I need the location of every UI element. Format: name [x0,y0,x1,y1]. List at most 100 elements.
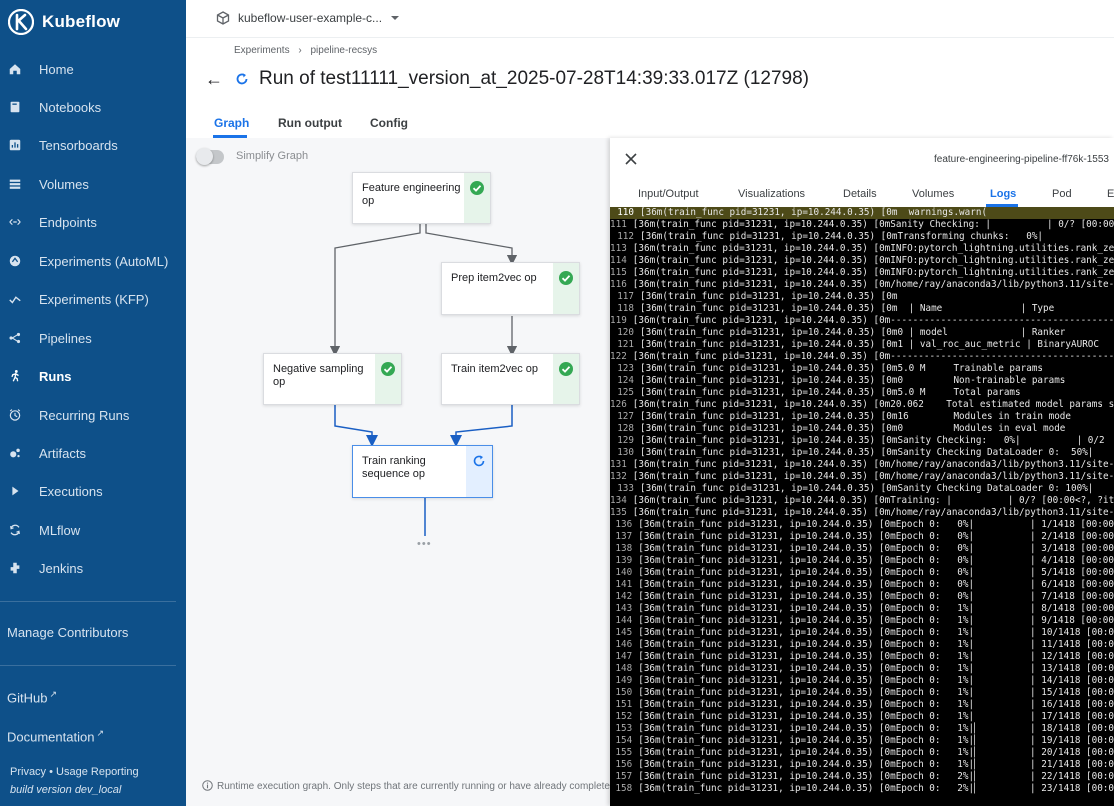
node-details-panel: feature-engineering-pipeline-ff76k-1553 … [610,138,1114,806]
breadcrumb-pipeline[interactable]: pipeline-recsys [310,45,377,56]
log-line-prefix: [36m(train_func pid=31231, ip=10.244.0.3… [640,375,898,386]
tab-pod[interactable]: Pod [1052,188,1072,200]
sidebar-item-label: Jenkins [39,560,84,576]
graph-footer-note: Runtime execution graph. Only steps that… [202,780,610,792]
log-line: 141 [36m(train_func pid=31231, ip=10.244.… [610,579,1114,591]
kubeflow-logo-icon [8,9,34,35]
log-line-text: /home/ray/anaconda3/lib/python3.11/site-… [890,459,1114,470]
log-line-text: Sanity Checking: | | 0/? [00:00<?, ?it/s… [890,219,1114,230]
back-arrow-icon[interactable]: ← [205,69,225,90]
log-line-prefix: [36m(train_func pid=31231, ip=10.244.0.3… [632,267,891,278]
documentation-link[interactable]: Documentation ↗ [7,728,104,744]
sidebar-item-jenkins[interactable]: Jenkins [0,551,186,585]
sidebar-item-mlflow[interactable]: MLflow [0,513,186,547]
sidebar-item-label: Recurring Runs [39,407,130,423]
close-icon[interactable] [624,152,638,166]
running-status-icon [236,73,248,85]
log-line-text: Epoch 0: 1%|▏ | 19/1418 [00:0 [895,735,1114,746]
log-line-prefix: [36m(train_func pid=31231, ip=10.244.0.3… [638,531,896,542]
sidebar-item-runs[interactable]: Runs [0,359,186,393]
log-line-text: Sanity Checking: 0%| | 0/2 [897,435,1105,446]
tab-logs[interactable]: Logs [990,188,1016,200]
log-line-text: Epoch 0: 2%|▏ | 23/1418 [00:0 [895,783,1114,794]
node-feature-engineering[interactable]: Feature engineering op [352,172,491,224]
tab-run-output[interactable]: Run output [278,116,342,130]
success-check-icon [381,362,395,376]
log-line-number: 147 [615,651,633,662]
log-line-prefix: [36m(train_func pid=31231, ip=10.244.0.3… [638,711,896,722]
log-line-text: /home/ray/anaconda3/lib/python3.11/site-… [890,471,1114,482]
edge-negative-to-ranking [334,405,378,447]
log-line-text: Epoch 0: 0%| | 1/1418 [00:00 [895,519,1114,530]
log-line-number: 123 [617,363,634,374]
log-line-number: 139 [615,555,633,566]
sidebar-item-experiments-kfp[interactable]: Experiments (KFP) [0,282,186,316]
sidebar-divider [0,665,176,666]
sidebar-item-label: Volumes [39,176,89,192]
log-line-number: 130 [617,447,634,458]
sidebar-item-label: Home [39,61,74,77]
more-steps-indicator: ••• [417,538,432,550]
privacy-link[interactable]: Privacy [10,766,46,778]
log-viewer[interactable]: 110 [36m(train_func pid=31231, ip=10.244.… [610,207,1114,806]
node-prep-item2vec[interactable]: Prep item2vec op [441,262,580,315]
sidebar-item-endpoints[interactable]: Endpoints [0,205,186,239]
log-line: 119 [36m(train_func pid=31231, ip=10.244.… [610,315,1114,327]
log-line: 118 [36m(train_func pid=31231, ip=10.244.… [610,303,1114,315]
log-line-number: 138 [615,543,633,554]
log-line-prefix: [36m(train_func pid=31231, ip=10.244.0.3… [640,303,898,314]
tab-graph[interactable]: Graph [214,116,249,130]
manage-contributors-link[interactable]: Manage Contributors [7,625,128,640]
sidebar-item-notebooks[interactable]: Notebooks [0,90,186,124]
usage-reporting-link[interactable]: Usage Reporting [56,766,139,778]
sidebar-item-pipelines[interactable]: Pipelines [0,321,186,355]
sidebar-item-recurring-runs[interactable]: Recurring Runs [0,398,186,432]
log-line: 115 [36m(train_func pid=31231, ip=10.244.… [610,267,1114,279]
log-line-text: INFO:pytorch_lightning.utilities.rank_ze… [890,255,1114,266]
log-line-number: 121 [617,339,634,350]
sidebar-item-tensorboards[interactable]: Tensorboards [0,128,186,162]
namespace-selector[interactable]: kubeflow-user-example-c... [216,11,400,25]
sidebar-item-artifacts[interactable]: Artifacts [0,436,186,470]
log-line-text: Epoch 0: 1%| | 11/1418 [00:0 [895,639,1114,650]
github-label: GitHub [7,690,48,706]
node-train-item2vec[interactable]: Train item2vec op [441,353,580,405]
sidebar-item-home[interactable]: Home [0,52,186,86]
tab-input-output[interactable]: Input/Output [638,188,699,200]
github-link[interactable]: GitHub ↗ [7,689,57,705]
edge-feature-to-negative [329,223,421,357]
log-line-text: Epoch 0: 1%| | 15/1418 [00:0 [895,687,1114,698]
node-negative-sampling[interactable]: Negative sampling op [263,353,402,405]
log-line-prefix: [36m(train_func pid=31231, ip=10.244.0.3… [632,507,891,518]
sidebar-item-experiments-automl[interactable]: Experiments (AutoML) [0,244,186,278]
log-line-prefix: [36m(train_func pid=31231, ip=10.244.0.3… [638,735,896,746]
log-line-prefix: [36m(train_func pid=31231, ip=10.244.0.3… [632,351,891,362]
tab-volumes[interactable]: Volumes [912,188,954,200]
node-train-ranking-sequence[interactable]: Train ranking sequence op [352,445,493,498]
log-line: 130 [36m(train_func pid=31231, ip=10.244.… [610,447,1114,459]
tab-details[interactable]: Details [843,188,877,200]
sidebar-item-volumes[interactable]: Volumes [0,167,186,201]
log-line-prefix: [36m(train_func pid=31231, ip=10.244.0.3… [640,291,898,302]
log-line-text: ----------------------------------------… [890,315,1114,326]
title-row: ← Run of test11111_version_at_2025-07-28… [205,68,809,90]
tab-config[interactable]: Config [370,116,408,130]
tab-visualizations[interactable]: Visualizations [738,188,805,200]
log-line-prefix: [36m(train_func pid=31231, ip=10.244.0.3… [640,435,898,446]
tensorboard-icon [7,137,23,153]
runs-icon [7,368,23,384]
log-line: 111 [36m(train_func pid=31231, ip=10.244.… [610,219,1114,231]
sidebar-item-executions[interactable]: Executions [0,474,186,508]
node-label: Prep item2vec op [451,272,537,284]
sidebar-item-label: Experiments (KFP) [39,291,149,307]
breadcrumb-experiments[interactable]: Experiments [234,45,290,56]
brand[interactable]: Kubeflow [8,8,120,36]
tab-events[interactable]: E [1107,188,1114,200]
log-line-text: | Name | Type [897,303,1055,314]
log-line-text: Epoch 0: 1%|▏ | 18/1418 [00:0 [895,723,1114,734]
log-line-number: 122 [610,351,627,362]
log-line-prefix: [36m(train_func pid=31231, ip=10.244.0.3… [632,399,891,410]
sidebar-item-label: Executions [39,483,103,499]
log-line: 136 [36m(train_func pid=31231, ip=10.244.… [610,519,1114,531]
node-label: Train ranking sequence op [362,455,426,480]
